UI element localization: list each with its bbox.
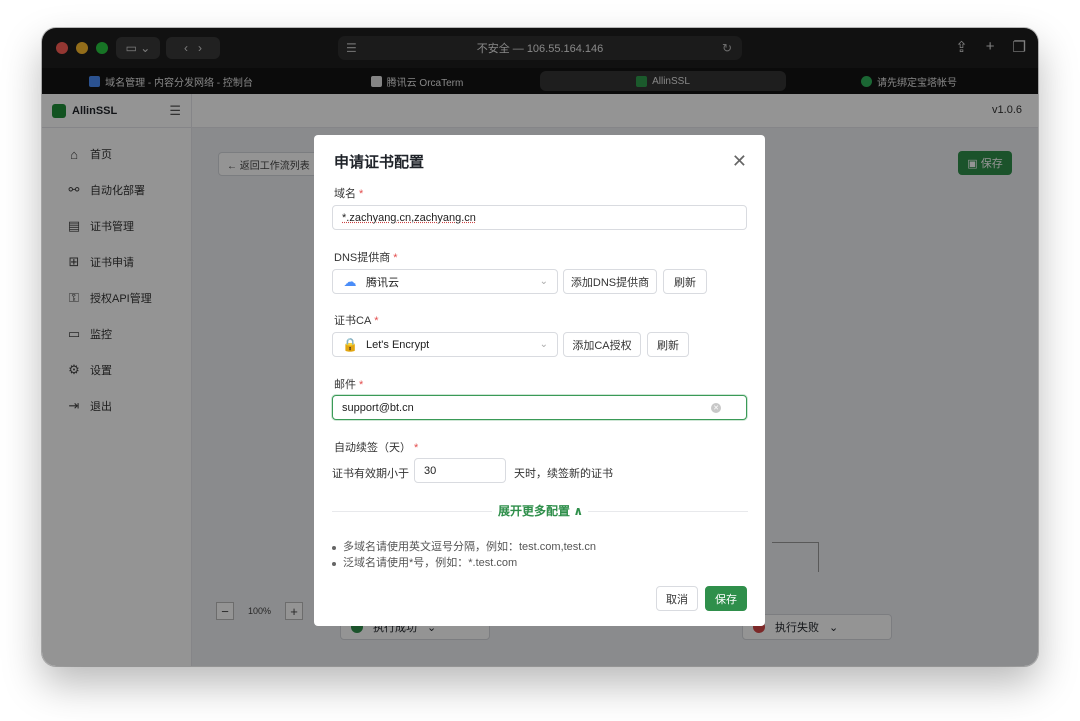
required-mark: * xyxy=(374,315,379,327)
add-dns-provider-button[interactable]: 添加DNS提供商 xyxy=(563,269,657,294)
dns-provider-value: 腾讯云 xyxy=(366,276,399,289)
cancel-button[interactable]: 取消 xyxy=(656,586,698,611)
email-value: support@bt.cn xyxy=(342,401,414,414)
tips-list: 多域名请使用英文逗号分隔，例如：test.com,test.cn 泛域名请使用*… xyxy=(332,539,596,571)
email-label: 邮件 * xyxy=(334,376,363,392)
required-mark: * xyxy=(393,252,398,264)
email-field[interactable]: support@bt.cn ✕ xyxy=(332,395,747,420)
required-mark: * xyxy=(359,379,364,391)
chevron-down-icon: ⌄ xyxy=(539,339,548,350)
dialog-title: 申请证书配置 xyxy=(334,154,425,171)
email-label-text: 邮件 xyxy=(334,379,356,391)
domain-label: 域名 * xyxy=(334,185,363,201)
certificate-ca-select[interactable]: 🔒 Let's Encrypt ⌄ xyxy=(332,332,558,357)
letsencrypt-icon: 🔒 xyxy=(342,336,359,352)
refresh-dns-button[interactable]: 刷新 xyxy=(663,269,707,294)
renew-label: 自动续签（天） * xyxy=(334,439,418,455)
clear-icon[interactable]: ✕ xyxy=(711,402,721,413)
tip-item: 泛域名请使用*号，例如：*.test.com xyxy=(332,555,596,571)
certificate-config-dialog: 申请证书配置 ✕ 域名 * *.zachyang.cn,zachyang.cn D… xyxy=(314,135,765,626)
divider xyxy=(588,511,748,512)
expand-more-config-link[interactable]: 展开更多配置 ∧ xyxy=(498,502,583,519)
browser-window: ▭ ⌄ ‹ › ☰ 不安全 — 106.55.164.146 ↻ ⇪ + ❐ 域… xyxy=(42,28,1038,666)
ca-label-text: 证书CA xyxy=(334,315,372,327)
ca-value: Let's Encrypt xyxy=(366,338,430,351)
dns-label: DNS提供商 * xyxy=(334,249,398,265)
renew-suffix: 天时，续签新的证书 xyxy=(514,468,613,480)
save-button[interactable]: 保存 xyxy=(705,586,747,611)
required-mark: * xyxy=(359,188,364,200)
dns-provider-select[interactable]: ☁ 腾讯云 ⌄ xyxy=(332,269,558,294)
renew-label-text: 自动续签（天） xyxy=(334,442,411,454)
chevron-down-icon: ⌄ xyxy=(539,276,548,287)
renew-days-value: 30 xyxy=(424,464,437,477)
divider xyxy=(332,511,492,512)
domain-label-text: 域名 xyxy=(334,188,356,200)
domain-value: *.zachyang.cn,zachyang.cn xyxy=(342,211,476,224)
ca-label: 证书CA * xyxy=(334,312,379,328)
add-ca-button[interactable]: 添加CA授权 xyxy=(563,332,641,357)
close-icon[interactable]: ✕ xyxy=(732,151,747,172)
domain-input[interactable]: *.zachyang.cn,zachyang.cn xyxy=(332,205,747,230)
required-mark: * xyxy=(414,442,419,454)
cloud-icon: ☁ xyxy=(343,273,357,289)
refresh-ca-button[interactable]: 刷新 xyxy=(647,332,689,357)
renew-prefix: 证书有效期小于 xyxy=(332,468,409,480)
tip-item: 多域名请使用英文逗号分隔，例如：test.com,test.cn xyxy=(332,539,596,555)
renew-days-input[interactable]: 30 xyxy=(414,458,506,483)
dns-label-text: DNS提供商 xyxy=(334,252,391,264)
